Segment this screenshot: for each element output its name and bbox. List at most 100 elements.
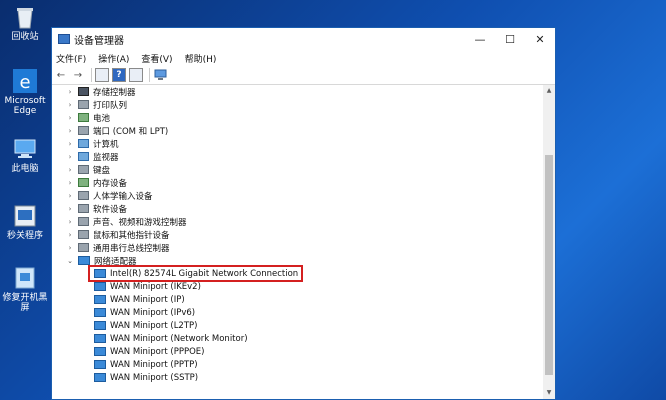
help-icon: ? xyxy=(116,70,122,80)
tree-category[interactable]: › 内存设备 xyxy=(66,176,127,189)
scroll-down-arrow-icon[interactable]: ▼ xyxy=(543,387,555,399)
network-adapter-item[interactable]: WAN Miniport (SSTP) xyxy=(90,371,198,384)
chevron-right-icon[interactable]: › xyxy=(66,114,74,122)
tree-category[interactable]: › 鼠标和其他指针设备 xyxy=(66,228,170,241)
network-adapter-icon xyxy=(94,360,106,369)
network-adapter-icon xyxy=(94,295,106,304)
device-tree: › 存储控制器 › 打印队列 › 电池 › 端口 (COM 和 LPT) › 计算机 › 监视器 › 键盘… xyxy=(52,85,543,399)
tree-category[interactable]: › 端口 (COM 和 LPT) xyxy=(66,124,168,137)
tree-category-label: 键盘 xyxy=(93,165,111,176)
svg-text:e: e xyxy=(19,72,30,93)
chevron-right-icon[interactable]: › xyxy=(66,127,74,135)
network-adapter-icon xyxy=(94,282,106,291)
toolbar-divider xyxy=(149,68,150,82)
chevron-down-icon[interactable]: ⌄ xyxy=(66,257,74,265)
tree-category[interactable]: › 键盘 xyxy=(66,163,110,176)
chevron-right-icon[interactable]: › xyxy=(66,140,74,148)
menu-action[interactable]: 操作(A) xyxy=(98,52,129,65)
tree-category[interactable]: ⌄ 网络适配器 xyxy=(66,254,137,267)
network-adapter-item[interactable]: Intel(R) 82574L Gigabit Network Connecti… xyxy=(87,265,304,282)
desktop-icon-recycle-bin[interactable]: 回收站 xyxy=(2,4,48,42)
tree-category-label: 存储控制器 xyxy=(93,87,136,98)
chevron-right-icon[interactable]: › xyxy=(66,153,74,161)
device-category-icon xyxy=(78,165,89,174)
tree-category[interactable]: › 打印队列 xyxy=(66,98,127,111)
device-category-icon xyxy=(78,204,89,213)
view-button[interactable] xyxy=(129,68,143,82)
network-adapter-icon xyxy=(94,321,106,330)
tree-category[interactable]: › 计算机 xyxy=(66,137,119,150)
tree-category[interactable]: › 声音、视频和游戏控制器 xyxy=(66,215,187,228)
chevron-right-icon[interactable]: › xyxy=(66,244,74,252)
chevron-right-icon[interactable]: › xyxy=(66,179,74,187)
desktop-icon-edge[interactable]: e Microsoft Edge xyxy=(2,68,48,116)
network-adapter-item[interactable]: WAN Miniport (PPTP) xyxy=(90,358,198,371)
tree-category-label: 内存设备 xyxy=(93,178,128,189)
minimize-button[interactable]: — xyxy=(465,28,495,50)
tree-category-label: 监视器 xyxy=(93,152,119,163)
network-adapter-label: WAN Miniport (Network Monitor) xyxy=(110,333,248,344)
device-manager-window: 设备管理器 — ☐ ✕ 文件(F) 操作(A) 查看(V) 帮助(H) ← → … xyxy=(51,27,556,400)
network-adapter-label: WAN Miniport (PPPOE) xyxy=(110,346,205,357)
network-adapter-item[interactable]: WAN Miniport (L2TP) xyxy=(90,319,197,332)
back-arrow-icon: ← xyxy=(56,69,66,81)
repair-icon xyxy=(12,265,38,291)
network-adapter-icon xyxy=(94,347,106,356)
tree-category-label: 端口 (COM 和 LPT) xyxy=(93,126,169,137)
tree-category-label: 鼠标和其他指针设备 xyxy=(93,230,170,241)
tree-category-label: 通用串行总线控制器 xyxy=(93,243,170,254)
scan-hardware-button[interactable] xyxy=(153,68,167,82)
device-category-icon xyxy=(78,152,89,161)
tree-category[interactable]: › 人体学输入设备 xyxy=(66,189,153,202)
device-category-icon xyxy=(78,100,89,109)
network-adapter-icon xyxy=(94,334,106,343)
network-adapter-item[interactable]: WAN Miniport (IP) xyxy=(90,293,185,306)
help-button[interactable]: ? xyxy=(112,68,126,82)
menu-file[interactable]: 文件(F) xyxy=(56,52,86,65)
forward-button[interactable]: → xyxy=(71,68,85,82)
network-adapter-item[interactable]: WAN Miniport (Network Monitor) xyxy=(90,332,248,345)
tree-category-label: 打印队列 xyxy=(93,100,128,111)
properties-button[interactable] xyxy=(95,68,109,82)
chevron-right-icon[interactable]: › xyxy=(66,88,74,96)
tree-category[interactable]: › 存储控制器 xyxy=(66,85,136,98)
network-adapter-label: WAN Miniport (IKEv2) xyxy=(110,281,201,292)
tree-category[interactable]: › 电池 xyxy=(66,111,110,124)
device-category-icon xyxy=(78,243,89,252)
title-bar[interactable]: 设备管理器 — ☐ ✕ xyxy=(52,28,555,50)
network-adapter-label: Intel(R) 82574L Gigabit Network Connecti… xyxy=(110,268,299,279)
desktop-icon-app[interactable]: 秒关程序 xyxy=(2,203,48,241)
network-adapter-item[interactable]: WAN Miniport (IKEv2) xyxy=(90,280,201,293)
scroll-up-arrow-icon[interactable]: ▲ xyxy=(543,85,555,97)
vertical-scrollbar[interactable]: ▲ ▼ xyxy=(543,85,555,399)
device-category-icon xyxy=(78,139,89,148)
menu-help[interactable]: 帮助(H) xyxy=(185,52,217,65)
chevron-right-icon[interactable]: › xyxy=(66,101,74,109)
tree-category[interactable]: › 软件设备 xyxy=(66,202,127,215)
network-adapter-item[interactable]: WAN Miniport (PPPOE) xyxy=(90,345,204,358)
back-button[interactable]: ← xyxy=(54,68,68,82)
tree-category-label: 声音、视频和游戏控制器 xyxy=(93,217,187,228)
chevron-right-icon[interactable]: › xyxy=(66,166,74,174)
network-adapter-label: WAN Miniport (SSTP) xyxy=(110,372,199,383)
scroll-thumb[interactable] xyxy=(545,155,553,375)
maximize-button[interactable]: ☐ xyxy=(495,28,525,50)
tree-category[interactable]: › 监视器 xyxy=(66,150,119,163)
menu-view[interactable]: 查看(V) xyxy=(141,52,172,65)
tree-category-label: 人体学输入设备 xyxy=(93,191,153,202)
network-adapter-label: WAN Miniport (IP) xyxy=(110,294,185,305)
chevron-right-icon[interactable]: › xyxy=(66,231,74,239)
desktop-icon-label: Microsoft Edge xyxy=(4,96,46,116)
desktop-icon-this-pc[interactable]: 此电脑 xyxy=(2,136,48,174)
desktop-icon-label: 回收站 xyxy=(11,32,39,42)
close-button[interactable]: ✕ xyxy=(525,28,555,50)
desktop-icon-repair[interactable]: 修复开机黑屏 xyxy=(2,265,48,313)
chevron-right-icon[interactable]: › xyxy=(66,218,74,226)
network-adapter-item[interactable]: WAN Miniport (IPv6) xyxy=(90,306,195,319)
chevron-right-icon[interactable]: › xyxy=(66,205,74,213)
tree-category[interactable]: › 通用串行总线控制器 xyxy=(66,241,170,254)
tree-category-label: 电池 xyxy=(93,113,111,124)
edge-icon: e xyxy=(12,68,38,94)
chevron-right-icon[interactable]: › xyxy=(66,192,74,200)
device-category-icon xyxy=(78,217,89,226)
